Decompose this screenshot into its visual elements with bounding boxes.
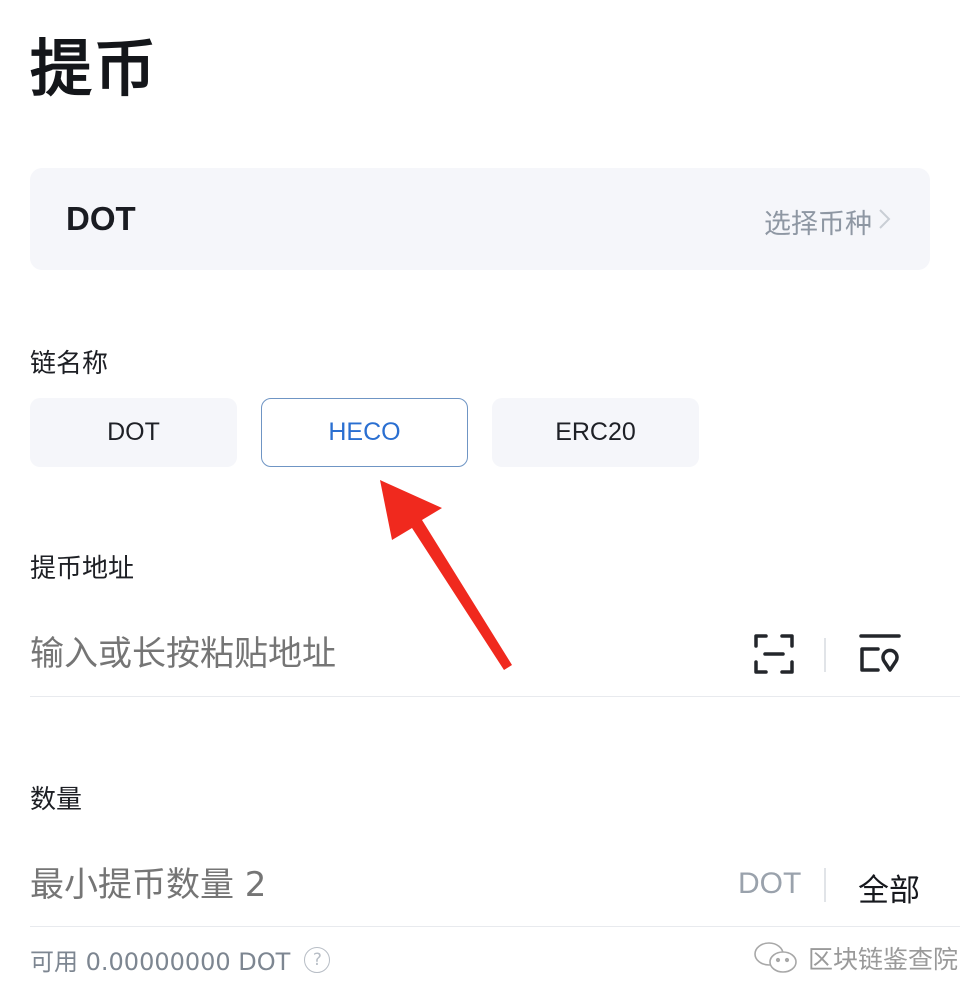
withdraw-all-button[interactable]: 全部 (858, 865, 920, 910)
withdraw-address-label: 提币地址 (30, 554, 135, 584)
help-icon[interactable]: ? (304, 946, 331, 973)
chain-option-heco[interactable]: HECO (261, 398, 468, 467)
watermark: 区块链鉴查院 (752, 940, 958, 976)
address-input[interactable] (30, 634, 630, 674)
chain-option-erc20[interactable]: ERC20 (492, 398, 699, 467)
select-coin-label[interactable]: 选择币种 (764, 202, 872, 241)
amount-input[interactable] (30, 865, 630, 905)
divider (824, 638, 826, 672)
address-field-row (30, 612, 960, 697)
available-balance: 可用 0.00000000 DOT ? (30, 942, 331, 977)
wechat-icon (754, 942, 797, 973)
selected-coin: DOT (66, 200, 136, 237)
chain-option-dot[interactable]: DOT (30, 398, 237, 467)
amount-unit: DOT (738, 867, 802, 900)
coin-selector[interactable]: DOT 选择币种 (30, 168, 930, 270)
available-balance-text: 可用 0.00000000 DOT (30, 948, 291, 976)
watermark-text: 区块链鉴查院 (808, 945, 959, 974)
chevron-right-icon (879, 209, 891, 229)
page-title: 提币 (30, 32, 159, 105)
amount-field-row: DOT 全部 (30, 840, 960, 927)
scan-icon[interactable] (752, 632, 796, 676)
address-book-icon[interactable] (858, 632, 902, 676)
amount-label: 数量 (30, 785, 83, 815)
chain-name-label: 链名称 (30, 349, 109, 379)
divider (824, 868, 826, 902)
